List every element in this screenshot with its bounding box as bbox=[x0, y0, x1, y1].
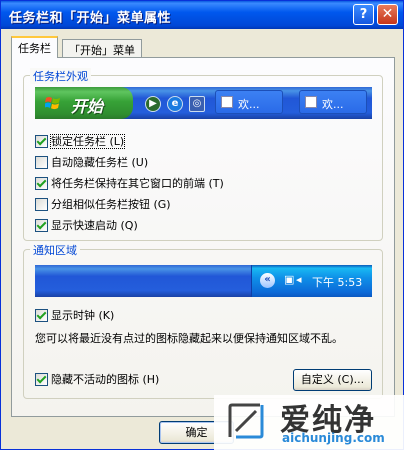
notification-group-title: 通知区域 bbox=[30, 242, 80, 258]
checkbox-box[interactable] bbox=[35, 176, 48, 190]
tab-start-menu-label: 「开始」菜单 bbox=[69, 44, 135, 57]
checkbox-box[interactable] bbox=[35, 134, 48, 148]
group-similar-checkbox[interactable]: 分组相似任务栏按钮 (G) bbox=[35, 196, 171, 211]
volume-icon: ◂ bbox=[296, 273, 302, 286]
watermark-url: aichunjing.com bbox=[282, 431, 385, 445]
checkbox-label: 将任务栏保持在其它窗口的前端 (T) bbox=[51, 177, 224, 190]
watermark: 爱纯净 aichunjing.com bbox=[214, 395, 404, 451]
auto-hide-taskbar-checkbox[interactable]: 自动隐藏任务栏 (U) bbox=[35, 154, 148, 169]
tab-taskbar[interactable]: 任务栏 bbox=[11, 36, 58, 58]
site-logo-icon bbox=[228, 403, 264, 439]
checkbox-label: 隐藏不活动的图标 (H) bbox=[51, 373, 160, 386]
media-player-icon: ▶ bbox=[145, 96, 161, 112]
notification-description: 您可以将最近没有点过的图标隐藏起来以便保持通知区域不乱。 bbox=[35, 332, 343, 345]
checkbox-label: 分组相似任务栏按钮 (G) bbox=[51, 198, 171, 211]
checkbox-label: 显示快速启动 (Q) bbox=[51, 219, 138, 232]
lock-taskbar-checkbox[interactable]: 锁定任务栏 (L) bbox=[35, 133, 126, 149]
customize-button[interactable]: 自定义 (C)... bbox=[293, 369, 372, 391]
close-button[interactable]: ✕ bbox=[377, 4, 398, 25]
show-clock-checkbox[interactable]: 显示时钟 (K) bbox=[35, 307, 114, 322]
window-icon bbox=[305, 96, 317, 108]
tray-preview: « ▣ ◂ 下午 5:53 bbox=[35, 265, 372, 297]
hide-inactive-icons-checkbox[interactable]: 隐藏不活动的图标 (H) bbox=[35, 371, 159, 386]
checkbox-label: 自动隐藏任务栏 (U) bbox=[51, 156, 149, 169]
checkbox-box[interactable] bbox=[35, 155, 48, 169]
task-button-label: 欢... bbox=[238, 98, 260, 111]
help-button[interactable]: ? bbox=[353, 4, 374, 25]
outlook-icon: ◎ bbox=[189, 96, 205, 112]
task-button-1: 欢... bbox=[215, 90, 283, 114]
show-quick-launch-checkbox[interactable]: 显示快速启动 (Q) bbox=[35, 217, 138, 232]
tab-start-menu[interactable]: 「开始」菜单 bbox=[62, 39, 142, 57]
window-title: 任务栏和「开始」菜单属性 bbox=[9, 11, 172, 26]
clock-text: 下午 5:53 bbox=[312, 276, 363, 289]
checkbox-label: 显示时钟 (K) bbox=[51, 309, 115, 322]
start-label: 开始 bbox=[71, 97, 104, 116]
task-button-label: 欢... bbox=[322, 98, 344, 111]
checkbox-box[interactable] bbox=[35, 218, 48, 232]
windows-logo-icon bbox=[45, 97, 60, 110]
window-icon bbox=[221, 96, 233, 108]
ie-icon: e bbox=[167, 96, 183, 112]
dialog-window: 任务栏和「开始」菜单属性 ? ✕ 任务栏 「开始」菜单 任务栏外观 开始 ▶ e… bbox=[0, 0, 404, 451]
checkbox-box[interactable] bbox=[35, 372, 48, 386]
notification-area-preview: « ▣ ◂ 下午 5:53 bbox=[251, 265, 372, 297]
chevron-left-icon: « bbox=[260, 273, 275, 288]
taskbar-preview: 开始 ▶ e ◎ 欢... 欢... bbox=[35, 87, 372, 119]
checkbox-box[interactable] bbox=[35, 197, 48, 211]
tab-taskbar-label: 任务栏 bbox=[18, 42, 51, 55]
start-button-preview: 开始 bbox=[35, 87, 133, 119]
checkbox-box[interactable] bbox=[35, 308, 48, 322]
network-icon: ▣ bbox=[284, 273, 295, 286]
checkbox-label: 锁定任务栏 (L) bbox=[49, 134, 126, 149]
title-bar[interactable]: 任务栏和「开始」菜单属性 ? ✕ bbox=[1, 1, 403, 29]
keep-on-top-checkbox[interactable]: 将任务栏保持在其它窗口的前端 (T) bbox=[35, 175, 224, 190]
task-button-2: 欢... bbox=[299, 90, 367, 114]
appearance-group-title: 任务栏外观 bbox=[30, 68, 91, 84]
